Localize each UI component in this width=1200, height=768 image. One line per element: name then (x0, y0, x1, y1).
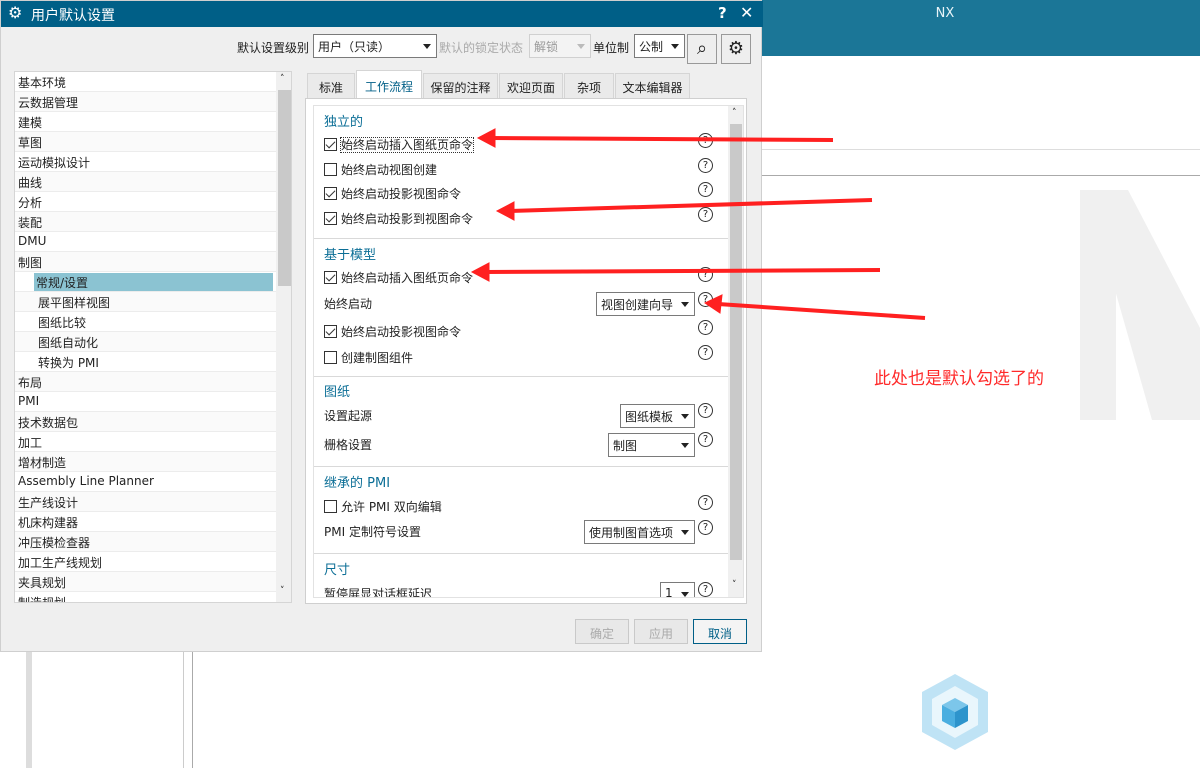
annotation-arrows (470, 128, 926, 320)
annotation-arrow (484, 268, 881, 274)
annotation-arrowhead (470, 262, 490, 282)
annotation-arrowhead (476, 128, 496, 148)
annotation-arrow (489, 136, 834, 142)
annotation-arrowhead (495, 201, 515, 221)
annotation-arrow (509, 198, 873, 213)
annotation-arrow (717, 302, 926, 320)
annotation-arrowhead (703, 294, 723, 314)
